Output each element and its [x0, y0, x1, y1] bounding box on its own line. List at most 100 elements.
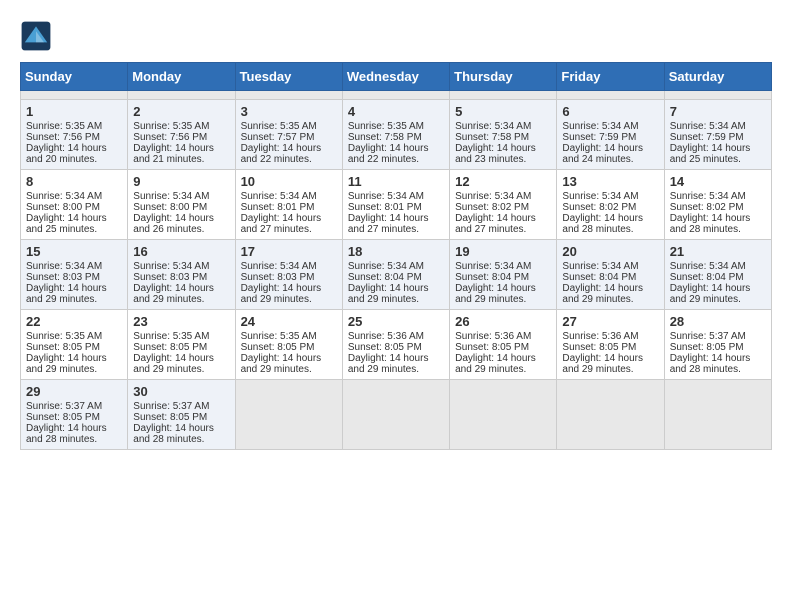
day-number: 24 [241, 314, 337, 329]
calendar-cell: 27Sunrise: 5:36 AMSunset: 8:05 PMDayligh… [557, 310, 664, 380]
sunrise-text: Sunrise: 5:34 AM [670, 191, 746, 202]
weekday-header: Wednesday [342, 63, 449, 91]
calendar-cell: 26Sunrise: 5:36 AMSunset: 8:05 PMDayligh… [450, 310, 557, 380]
calendar-cell [342, 380, 449, 450]
sunrise-text: Sunrise: 5:35 AM [348, 121, 424, 132]
sunrise-text: Sunrise: 5:37 AM [670, 331, 746, 342]
sunrise-text: Sunrise: 5:34 AM [455, 121, 531, 132]
calendar-cell: 18Sunrise: 5:34 AMSunset: 8:04 PMDayligh… [342, 240, 449, 310]
sunrise-text: Sunrise: 5:34 AM [133, 261, 209, 272]
day-number: 21 [670, 244, 766, 259]
sunrise-text: Sunrise: 5:35 AM [26, 121, 102, 132]
calendar-cell: 29Sunrise: 5:37 AMSunset: 8:05 PMDayligh… [21, 380, 128, 450]
day-number: 18 [348, 244, 444, 259]
daylight-text: Daylight: 14 hours and 28 minutes. [670, 353, 751, 375]
calendar-cell [128, 91, 235, 100]
daylight-text: Daylight: 14 hours and 29 minutes. [455, 283, 536, 305]
calendar: SundayMondayTuesdayWednesdayThursdayFrid… [20, 62, 772, 450]
sunset-text: Sunset: 7:59 PM [670, 132, 744, 143]
calendar-cell: 5Sunrise: 5:34 AMSunset: 7:58 PMDaylight… [450, 100, 557, 170]
weekday-header: Saturday [664, 63, 771, 91]
day-number: 17 [241, 244, 337, 259]
day-number: 7 [670, 104, 766, 119]
day-number: 3 [241, 104, 337, 119]
logo-icon [20, 20, 52, 52]
daylight-text: Daylight: 14 hours and 29 minutes. [241, 283, 322, 305]
calendar-cell [450, 91, 557, 100]
sunset-text: Sunset: 8:05 PM [670, 342, 744, 353]
day-number: 1 [26, 104, 122, 119]
calendar-cell [342, 91, 449, 100]
calendar-cell [450, 380, 557, 450]
day-number: 2 [133, 104, 229, 119]
calendar-cell [557, 91, 664, 100]
sunrise-text: Sunrise: 5:34 AM [26, 191, 102, 202]
calendar-cell [664, 91, 771, 100]
calendar-cell: 8Sunrise: 5:34 AMSunset: 8:00 PMDaylight… [21, 170, 128, 240]
calendar-cell: 19Sunrise: 5:34 AMSunset: 8:04 PMDayligh… [450, 240, 557, 310]
calendar-cell [235, 380, 342, 450]
day-number: 10 [241, 174, 337, 189]
sunrise-text: Sunrise: 5:36 AM [455, 331, 531, 342]
daylight-text: Daylight: 14 hours and 29 minutes. [348, 283, 429, 305]
sunrise-text: Sunrise: 5:35 AM [241, 331, 317, 342]
daylight-text: Daylight: 14 hours and 22 minutes. [348, 143, 429, 165]
sunrise-text: Sunrise: 5:34 AM [562, 191, 638, 202]
day-number: 11 [348, 174, 444, 189]
weekday-header: Friday [557, 63, 664, 91]
day-number: 4 [348, 104, 444, 119]
sunrise-text: Sunrise: 5:36 AM [348, 331, 424, 342]
sunset-text: Sunset: 8:05 PM [133, 412, 207, 423]
sunset-text: Sunset: 8:03 PM [26, 272, 100, 283]
sunrise-text: Sunrise: 5:34 AM [670, 121, 746, 132]
day-number: 5 [455, 104, 551, 119]
daylight-text: Daylight: 14 hours and 29 minutes. [133, 283, 214, 305]
daylight-text: Daylight: 14 hours and 29 minutes. [562, 283, 643, 305]
sunset-text: Sunset: 8:05 PM [562, 342, 636, 353]
daylight-text: Daylight: 14 hours and 27 minutes. [455, 213, 536, 235]
calendar-cell: 13Sunrise: 5:34 AMSunset: 8:02 PMDayligh… [557, 170, 664, 240]
daylight-text: Daylight: 14 hours and 29 minutes. [562, 353, 643, 375]
day-number: 23 [133, 314, 229, 329]
day-number: 6 [562, 104, 658, 119]
logo [20, 20, 56, 52]
sunset-text: Sunset: 8:00 PM [26, 202, 100, 213]
daylight-text: Daylight: 14 hours and 27 minutes. [348, 213, 429, 235]
calendar-cell: 2Sunrise: 5:35 AMSunset: 7:56 PMDaylight… [128, 100, 235, 170]
sunrise-text: Sunrise: 5:37 AM [133, 401, 209, 412]
daylight-text: Daylight: 14 hours and 29 minutes. [670, 283, 751, 305]
daylight-text: Daylight: 14 hours and 26 minutes. [133, 213, 214, 235]
daylight-text: Daylight: 14 hours and 29 minutes. [26, 283, 107, 305]
sunset-text: Sunset: 8:05 PM [26, 342, 100, 353]
sunset-text: Sunset: 8:03 PM [241, 272, 315, 283]
day-number: 8 [26, 174, 122, 189]
sunset-text: Sunset: 8:05 PM [455, 342, 529, 353]
daylight-text: Daylight: 14 hours and 25 minutes. [670, 143, 751, 165]
sunrise-text: Sunrise: 5:34 AM [241, 261, 317, 272]
calendar-cell [21, 91, 128, 100]
day-number: 12 [455, 174, 551, 189]
sunset-text: Sunset: 8:05 PM [348, 342, 422, 353]
sunrise-text: Sunrise: 5:34 AM [241, 191, 317, 202]
sunset-text: Sunset: 7:58 PM [455, 132, 529, 143]
calendar-cell [664, 380, 771, 450]
sunset-text: Sunset: 8:05 PM [241, 342, 315, 353]
sunrise-text: Sunrise: 5:34 AM [26, 261, 102, 272]
calendar-cell: 30Sunrise: 5:37 AMSunset: 8:05 PMDayligh… [128, 380, 235, 450]
sunset-text: Sunset: 8:04 PM [348, 272, 422, 283]
calendar-cell: 14Sunrise: 5:34 AMSunset: 8:02 PMDayligh… [664, 170, 771, 240]
sunset-text: Sunset: 8:01 PM [241, 202, 315, 213]
day-number: 13 [562, 174, 658, 189]
calendar-cell: 22Sunrise: 5:35 AMSunset: 8:05 PMDayligh… [21, 310, 128, 380]
sunrise-text: Sunrise: 5:34 AM [562, 121, 638, 132]
sunset-text: Sunset: 7:59 PM [562, 132, 636, 143]
calendar-cell: 7 Sunrise: 5:34 AMSunset: 7:59 PMDaylight… [664, 100, 771, 170]
sunset-text: Sunset: 8:00 PM [133, 202, 207, 213]
daylight-text: Daylight: 14 hours and 28 minutes. [670, 213, 751, 235]
sunrise-text: Sunrise: 5:34 AM [670, 261, 746, 272]
day-number: 16 [133, 244, 229, 259]
daylight-text: Daylight: 14 hours and 29 minutes. [133, 353, 214, 375]
sunset-text: Sunset: 8:05 PM [26, 412, 100, 423]
day-number: 29 [26, 384, 122, 399]
daylight-text: Daylight: 14 hours and 24 minutes. [562, 143, 643, 165]
